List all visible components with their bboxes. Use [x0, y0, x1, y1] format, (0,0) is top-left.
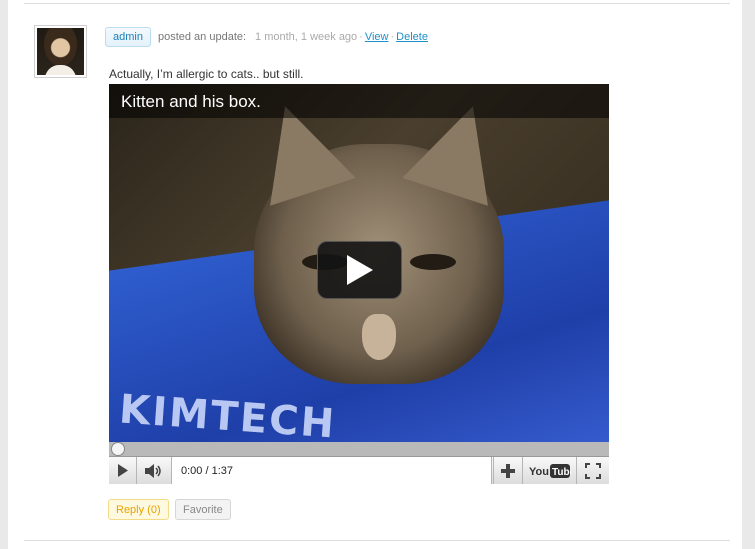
activity-page: admin posted an update: 1 month, 1 week … [8, 0, 742, 549]
play-icon [117, 464, 128, 477]
activity-content: Actually, I’m allergic to cats.. but sti… [109, 67, 304, 81]
add-button[interactable] [493, 457, 523, 484]
activity-meta: admin posted an update: 1 month, 1 week … [105, 27, 428, 47]
video-thumbnail[interactable]: KIMTECH Kitten and his box. [109, 84, 609, 442]
separator: · [390, 31, 395, 43]
fullscreen-icon [585, 462, 601, 479]
timestamp: 1 month, 1 week ago [255, 31, 358, 43]
svg-text:You: You [529, 466, 549, 478]
action-text: posted an update: [157, 31, 247, 43]
view-link[interactable]: View [365, 31, 389, 43]
fullscreen-button[interactable] [577, 457, 609, 484]
time-display: 0:00 / 1:37 [172, 457, 492, 484]
plus-icon [501, 463, 515, 478]
play-overlay-button[interactable] [317, 241, 402, 299]
avatar[interactable] [34, 25, 87, 78]
play-button[interactable] [109, 457, 137, 484]
youtube-button[interactable]: You Tube [523, 457, 577, 484]
separator: · [359, 31, 363, 43]
username-link[interactable]: admin [105, 27, 151, 47]
svg-text:Tube: Tube [552, 467, 571, 478]
progress-handle[interactable] [111, 442, 125, 456]
reply-button[interactable]: Reply (0) [108, 499, 169, 520]
play-icon [346, 255, 373, 285]
control-bar: 0:00 / 1:37 You Tube [109, 456, 609, 484]
video-title[interactable]: Kitten and his box. [109, 84, 609, 118]
youtube-logo: You Tube [529, 463, 571, 478]
avatar-photo [37, 28, 84, 75]
progress-bar[interactable] [109, 442, 609, 456]
top-divider [24, 3, 730, 4]
volume-button[interactable] [137, 457, 172, 484]
bottom-divider [24, 540, 730, 541]
delete-link[interactable]: Delete [396, 31, 428, 43]
favorite-button[interactable]: Favorite [175, 499, 231, 520]
volume-icon [145, 463, 161, 478]
video-player[interactable]: KIMTECH Kitten and his box. 0:00 / 1:37 … [109, 84, 609, 484]
